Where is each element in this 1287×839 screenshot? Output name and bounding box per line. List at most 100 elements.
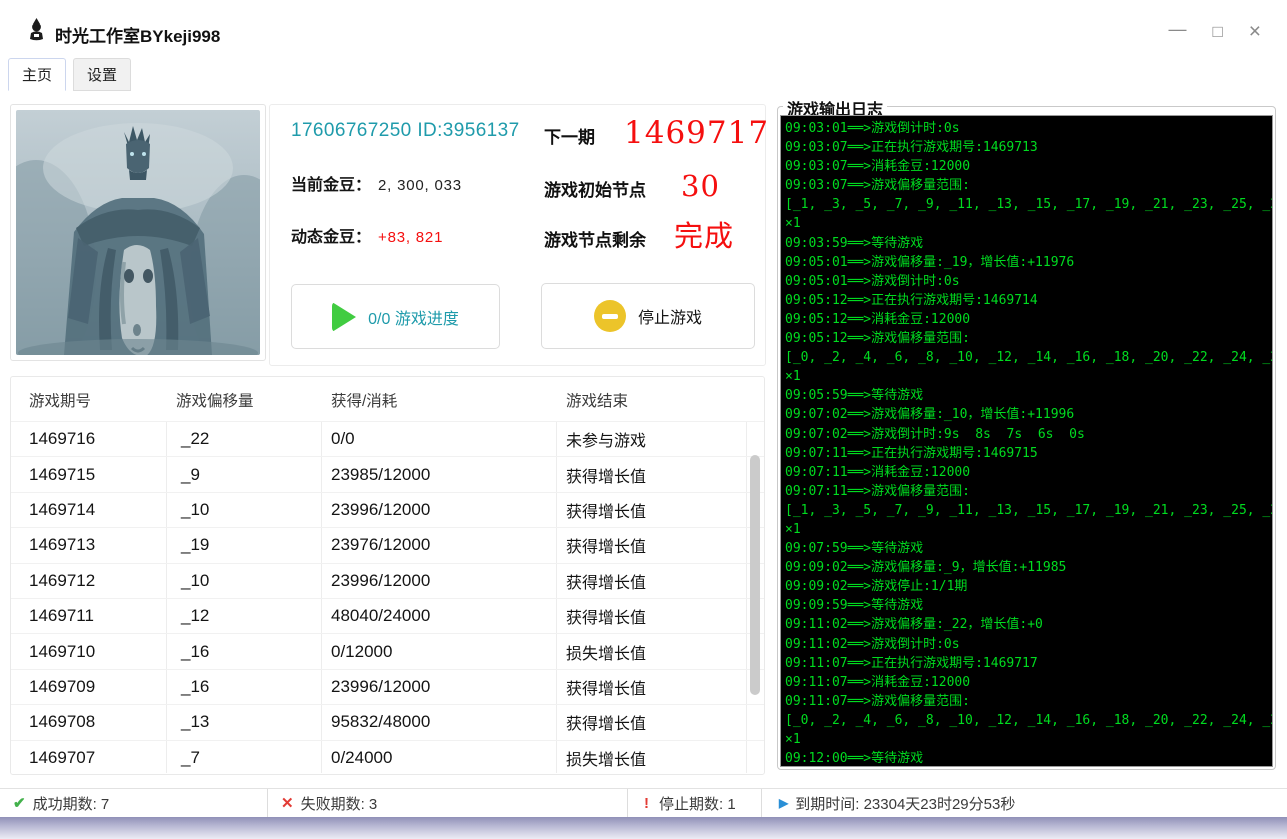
log-line: 09:09:02══>游戏偏移量:_9，增长值:+11985 (785, 558, 1272, 577)
table-row[interactable]: 1469716_220/0未参与游戏 (11, 421, 764, 456)
table-cell: 未参与游戏 (556, 427, 736, 451)
dynamic-beans-value: +83, 821 (378, 229, 443, 246)
table-cell: 获得增长值 (556, 533, 736, 557)
night-king-avatar (16, 110, 260, 355)
log-line: 09:07:11══>游戏偏移量范围: (785, 482, 1272, 501)
exclamation-icon: ! (641, 795, 652, 812)
table-scrollbar[interactable] (747, 421, 763, 773)
app-window: 时光工作室BYkeji998 — □ × 主页 设置 (0, 0, 1287, 839)
log-line: [_1, _3, _5, _7, _9, _11, _13, _15, _17,… (785, 195, 1272, 214)
table-row[interactable]: 1469715_923985/12000获得增长值 (11, 456, 764, 491)
table-cell: 0/0 (321, 429, 556, 449)
game-history-table: 游戏期号 游戏偏移量 获得/消耗 游戏结束 1469716_220/0未参与游戏… (10, 376, 765, 775)
table-cell: _10 (171, 500, 321, 520)
log-line: 09:05:12══>正在执行游戏期号:1469714 (785, 291, 1272, 310)
tab-bar: 主页 设置 (8, 58, 131, 91)
close-button[interactable]: × (1249, 20, 1261, 44)
current-beans-row: 当前金豆：2, 300, 033 (291, 171, 462, 195)
table-cell: 1469712 (11, 571, 171, 591)
table-cell: _19 (171, 535, 321, 555)
log-group: 游戏输出日志 09:03:01══>游戏倒计时:0s09:03:07══>正在执… (777, 106, 1276, 770)
table-cell: 获得增长值 (556, 498, 736, 522)
triangle-icon: ▶ (779, 796, 788, 810)
log-line: 09:07:59══>等待游戏 (785, 539, 1272, 558)
table-cell: 0/12000 (321, 642, 556, 662)
col-header-round: 游戏期号 (29, 389, 91, 411)
table-row[interactable]: 1469712_1023996/12000获得增长值 (11, 563, 764, 598)
table-cell: 1469716 (11, 429, 171, 449)
table-cell: _16 (171, 677, 321, 697)
app-icon (27, 18, 46, 41)
minimize-button[interactable]: — (1168, 19, 1186, 40)
node-left-row: 游戏节点剩余 完成 (544, 213, 734, 255)
log-line: 09:03:59══>等待游戏 (785, 234, 1272, 253)
table-cell: 获得增长值 (556, 675, 736, 699)
table-cell: 获得增长值 (556, 604, 736, 628)
start-game-button[interactable]: 0/0 游戏进度 (291, 284, 500, 349)
log-line: 09:09:59══>等待游戏 (785, 596, 1272, 615)
table-cell: 23996/12000 (321, 500, 556, 520)
info-panel: 17606767250 ID:3956137 当前金豆：2, 300, 033 … (269, 104, 766, 366)
table-row[interactable]: 1469709_1623996/12000获得增长值 (11, 669, 764, 704)
status-fail-text: 失败期数: 3 (301, 793, 378, 814)
log-line: 09:07:02══>游戏倒计时:9s 8s 7s 6s 0s (785, 425, 1272, 444)
window-title: 时光工作室BYkeji998 (55, 22, 220, 47)
table-cell: _22 (171, 429, 321, 449)
table-cell: _7 (171, 748, 321, 768)
table-cell: _9 (171, 465, 321, 485)
table-cell: 损失增长值 (556, 640, 736, 664)
table-cell: 1469707 (11, 748, 171, 768)
log-line: [_1, _3, _5, _7, _9, _11, _13, _15, _17,… (785, 501, 1272, 520)
log-line: 09:11:07══>正在执行游戏期号:1469717 (785, 654, 1272, 673)
maximize-button[interactable]: □ (1212, 22, 1222, 42)
log-line: ×1 (785, 367, 1272, 386)
log-line: 09:11:02══>游戏偏移量:_22，增长值:+0 (785, 615, 1272, 634)
table-cell: 23996/12000 (321, 677, 556, 697)
table-cell: 23976/12000 (321, 535, 556, 555)
table-header: 游戏期号 游戏偏移量 获得/消耗 游戏结束 (11, 377, 764, 421)
dynamic-beans-row: 动态金豆：+83, 821 (291, 223, 443, 247)
table-cell: _16 (171, 642, 321, 662)
stop-game-button[interactable]: 停止游戏 (541, 283, 755, 349)
table-row[interactable]: 1469708_1395832/48000获得增长值 (11, 704, 764, 739)
table-cell: 1469711 (11, 606, 171, 626)
status-stop-text: 停止期数: 1 (659, 793, 736, 814)
status-stop: ! 停止期数: 1 (628, 789, 762, 817)
log-line: 09:05:01══>游戏偏移量:_19，增长值:+11976 (785, 253, 1272, 272)
table-body: 1469716_220/0未参与游戏1469715_923985/12000获得… (11, 421, 764, 774)
scrollbar-thumb[interactable] (750, 455, 760, 695)
next-round-value: 1469717 (624, 115, 769, 151)
status-success-text: 成功期数: 7 (33, 793, 110, 814)
log-line: 09:07:02══>游戏偏移量:_10，增长值:+11996 (785, 405, 1272, 424)
col-header-offset: 游戏偏移量 (176, 389, 254, 411)
col-header-result: 游戏结束 (566, 389, 628, 411)
init-node-value: 30 (681, 169, 720, 203)
tab-home[interactable]: 主页 (8, 58, 66, 91)
table-cell: _10 (171, 571, 321, 591)
status-expire: ▶ 到期时间: 23304天23时29分53秒 (762, 789, 1287, 817)
table-row[interactable]: 1469714_1023996/12000获得增长值 (11, 492, 764, 527)
log-line: 09:09:02══>游戏停止:1/1期 (785, 577, 1272, 596)
table-cell: _12 (171, 606, 321, 626)
table-cell: 损失增长值 (556, 746, 736, 770)
table-cell: 0/24000 (321, 748, 556, 768)
log-output[interactable]: 09:03:01══>游戏倒计时:0s09:03:07══>正在执行游戏期号:1… (780, 115, 1273, 767)
log-line: 09:03:07══>消耗金豆:12000 (785, 157, 1272, 176)
cross-icon: ✕ (281, 794, 294, 812)
next-round-row: 下一期 1469717 (544, 115, 769, 151)
table-row[interactable]: 1469707_70/24000损失增长值 (11, 740, 764, 775)
table-cell: 获得增长值 (556, 710, 736, 734)
table-cell: 获得增长值 (556, 463, 736, 487)
table-cell: _13 (171, 712, 321, 732)
log-line: 09:11:07══>消耗金豆:12000 (785, 673, 1272, 692)
tab-settings[interactable]: 设置 (73, 58, 131, 91)
log-line: 09:12:00══>等待游戏 (785, 749, 1272, 767)
log-line: 09:11:07══>游戏偏移量范围: (785, 692, 1272, 711)
table-row[interactable]: 1469713_1923976/12000获得增长值 (11, 527, 764, 562)
table-cell: 获得增长值 (556, 569, 736, 593)
table-row[interactable]: 1469711_1248040/24000获得增长值 (11, 598, 764, 633)
account-id: 17606767250 ID:3956137 (291, 120, 520, 142)
status-success: ✔ 成功期数: 7 (0, 789, 268, 817)
log-line: ×1 (785, 730, 1272, 749)
table-row[interactable]: 1469710_160/12000损失增长值 (11, 633, 764, 668)
